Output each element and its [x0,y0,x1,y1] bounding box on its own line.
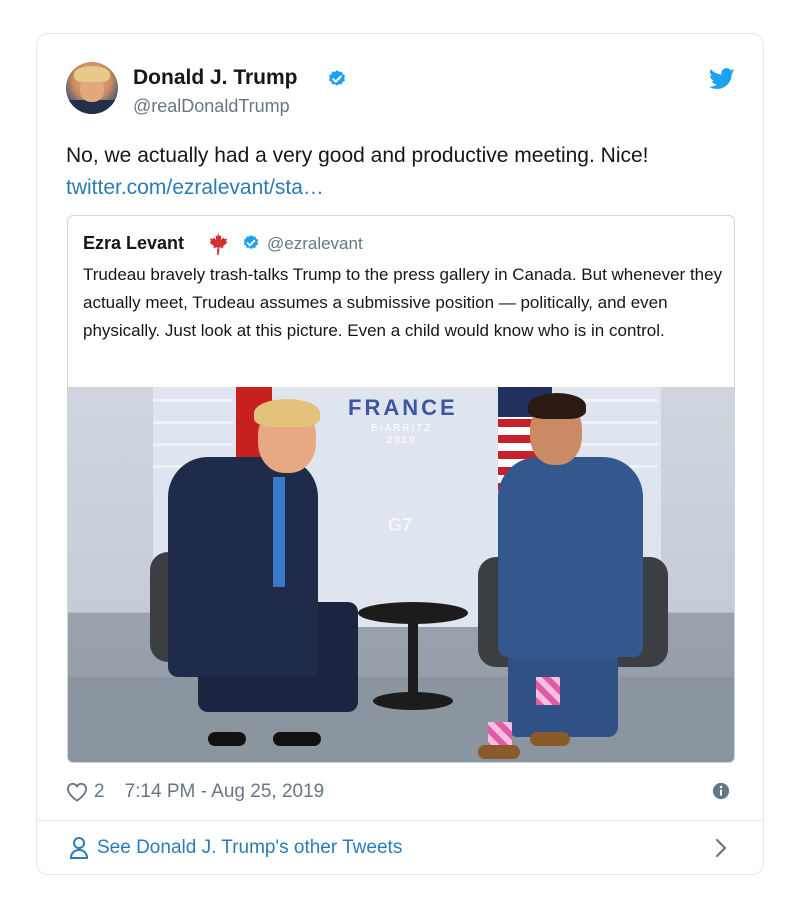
left-person-shoe [273,732,321,746]
quoted-tweet[interactable]: Ezra Levant @ezralevant Trudeau bravely … [67,215,735,763]
backdrop-slat [153,399,233,402]
quoted-tweet-text: Trudeau bravely trash-talks Trump to the… [83,265,723,340]
quoted-author-name[interactable]: Ezra Levant [83,233,184,254]
backdrop-slat [153,421,233,424]
side-table-base [373,692,453,710]
g7-logo: G7 [388,515,413,535]
embedded-tweet-card: Donald J. Trump @realDonaldTrump No, we … [36,33,764,875]
backdrop-slat [578,443,658,446]
heart-icon[interactable] [66,782,88,802]
info-icon[interactable] [712,782,730,800]
right-person-sock [536,677,560,705]
chevron-right-icon[interactable] [714,838,728,858]
right-person-suit [498,457,643,657]
photo-floor [68,677,734,762]
author-handle[interactable]: @realDonaldTrump [133,96,290,117]
backdrop-title: FRANCE [348,395,458,420]
backdrop-year: 2019 [386,435,417,446]
see-other-tweets-label[interactable]: See Donald J. Trump's other Tweets [97,837,402,859]
backdrop-slat [578,421,658,424]
tweet-meta-row: 2 7:14 PM - Aug 25, 2019 [66,780,324,804]
verified-badge-icon [243,235,259,250]
see-other-tweets-link[interactable]: See Donald J. Trump's other Tweets [37,821,763,875]
tweet-text: No, we actually had a very good and prod… [66,144,649,167]
right-person-shoe [478,745,520,759]
like-count[interactable]: 2 [94,781,105,803]
backdrop-city: BIARRITZ [371,423,433,434]
author-name[interactable]: Donald J. Trump [133,66,298,90]
left-person-shoe [208,732,246,746]
quoted-author-handle[interactable]: @ezralevant [267,234,363,254]
backdrop-subtitle: BIARRITZ 2019 [371,423,433,447]
right-person-shoe [530,732,570,746]
maple-leaf-icon [209,233,228,255]
avatar-suit [66,100,118,114]
backdrop-slat [578,399,658,402]
avatar-hair [74,66,110,82]
person-icon [69,837,89,859]
tweet-timestamp[interactable]: 7:14 PM - Aug 25, 2019 [125,781,325,803]
quoted-tweet-photo[interactable]: FRANCE BIARRITZ 2019 G7 [68,387,734,762]
side-table-leg [408,617,418,697]
twitter-bird-icon[interactable] [709,67,735,91]
right-person-hair [528,393,586,419]
tweet-link[interactable]: twitter.com/ezralevant/sta… [66,172,324,204]
backdrop-slat [153,443,233,446]
left-person-hair [254,399,320,427]
left-person-suit [168,457,318,677]
author-avatar[interactable] [66,62,118,114]
verified-badge-icon [329,70,345,86]
left-person-tie [273,477,285,587]
